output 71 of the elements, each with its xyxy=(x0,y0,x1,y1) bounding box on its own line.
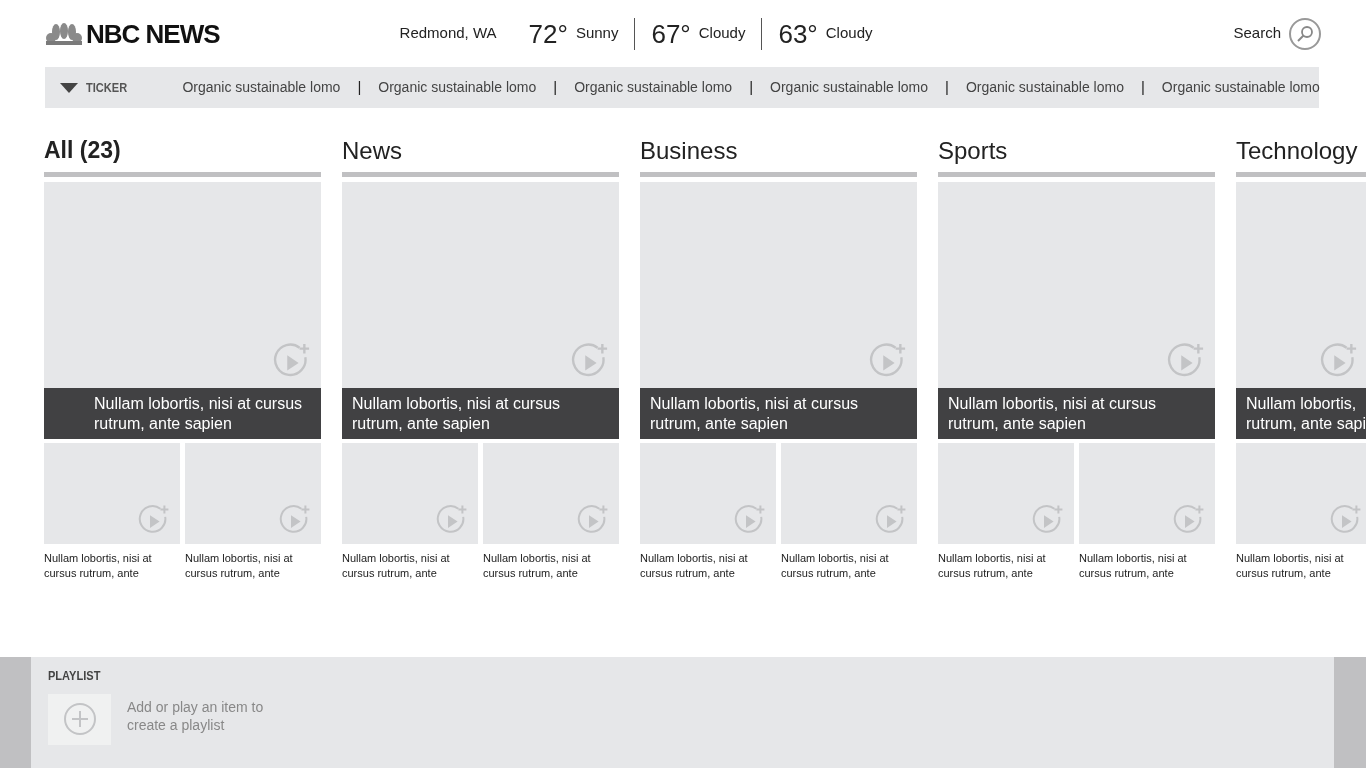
ticker-separator: | xyxy=(357,77,362,98)
image-placeholder[interactable] xyxy=(1236,443,1366,544)
temperature: 63° xyxy=(778,20,818,47)
image-placeholder[interactable] xyxy=(1079,443,1215,544)
ticker-headline[interactable]: Organic sustainable lomo xyxy=(574,77,733,98)
ticker-separator: | xyxy=(1140,77,1145,98)
story-caption[interactable]: Nullam lobortis, nisi at cursus rutrum, ante xyxy=(1079,551,1215,581)
temperature: 67° xyxy=(651,20,691,47)
ticker-headline[interactable]: Organic sustainable lomo xyxy=(965,77,1124,98)
collapse-icon[interactable] xyxy=(60,82,78,93)
image-placeholder[interactable] xyxy=(44,182,321,388)
playlist-title: PLAYLIST xyxy=(48,667,102,685)
image-placeholder[interactable] xyxy=(185,443,321,544)
location-label: Redmond, WA xyxy=(399,23,497,44)
image-placeholder[interactable] xyxy=(342,182,619,388)
ticker-headline[interactable]: Organic sustainable lomo xyxy=(1161,77,1320,98)
search-label: Search xyxy=(1233,23,1281,44)
feature-title[interactable]: Nullam lobortis, nisi at cursus rutrum, ante sapien xyxy=(640,388,917,439)
temperature: 72° xyxy=(528,20,568,47)
play-add-icon[interactable] xyxy=(734,504,766,536)
story-caption[interactable]: Nullam lobortis, nisi at cursus rutrum, ante xyxy=(483,551,619,581)
section-heading[interactable]: Technology xyxy=(1236,136,1366,172)
section-heading[interactable]: News xyxy=(342,136,619,172)
playlist-hint: Add or play an item to create a playlist xyxy=(127,697,264,734)
play-add-icon[interactable] xyxy=(1032,504,1064,536)
add-button[interactable] xyxy=(48,693,111,745)
ticker-separator: | xyxy=(749,77,754,98)
play-add-icon[interactable] xyxy=(1173,504,1205,536)
feature-title[interactable]: Nullam lobortis, nisi at cursus rutrum, ante sapien xyxy=(938,388,1215,439)
ticker-separator: | xyxy=(553,77,558,98)
play-add-icon[interactable] xyxy=(875,504,907,536)
image-placeholder[interactable] xyxy=(640,443,776,544)
section-heading[interactable]: Sports xyxy=(938,136,1215,172)
image-placeholder[interactable] xyxy=(938,182,1215,388)
image-placeholder[interactable] xyxy=(44,443,180,544)
ticker-headline[interactable]: Organic sustainable lomo xyxy=(770,77,929,98)
plus-icon xyxy=(62,702,97,736)
story-caption[interactable]: Nullam lobortis, nisi at cursus rutrum, ante xyxy=(781,551,917,581)
image-placeholder[interactable] xyxy=(342,443,478,544)
story-caption[interactable]: Nullam lobortis, nisi at cursus rutrum, ante xyxy=(342,551,478,581)
story-caption[interactable]: Nullam lobortis, nisi at cursus rutrum, ante xyxy=(938,551,1074,581)
image-placeholder[interactable] xyxy=(483,443,619,544)
weather-condition: Cloudy xyxy=(825,23,873,44)
ticker-headline[interactable]: Organic sustainable lomo xyxy=(378,77,537,98)
search-icon xyxy=(1296,24,1314,43)
peacock-logo-icon xyxy=(46,22,82,45)
story-caption[interactable]: Nullam lobortis, nisi at cursus rutrum, ante xyxy=(44,551,180,581)
weather-condition: Sunny xyxy=(575,23,619,44)
play-add-icon[interactable] xyxy=(1330,504,1362,536)
feature-title[interactable]: Nullam lobortis, nisi at cursus rutrum, ante sapien xyxy=(44,388,321,439)
story-caption[interactable]: Nullam lobortis, nisi at cursus rutrum, ante xyxy=(1236,551,1366,581)
image-placeholder[interactable] xyxy=(1236,182,1366,388)
story-caption[interactable]: Nullam lobortis, nisi at cursus rutrum, ante xyxy=(640,551,776,581)
image-placeholder[interactable] xyxy=(640,182,917,388)
section-heading[interactable]: Business xyxy=(640,136,917,172)
weather-condition: Cloudy xyxy=(698,23,746,44)
ticker-headline[interactable]: Organic sustainable lomo xyxy=(182,77,341,98)
play-add-icon[interactable] xyxy=(577,504,609,536)
play-add-icon[interactable] xyxy=(436,504,468,536)
ticker-label: TICKER xyxy=(86,78,128,97)
feature-title[interactable]: Nullam lobortis, nisi at cursus rutrum, ante sapien xyxy=(342,388,619,439)
story-caption[interactable]: Nullam lobortis, nisi at cursus rutrum, ante xyxy=(185,551,321,581)
ticker-separator: | xyxy=(945,77,949,98)
feature-title[interactable]: Nullam lobortis, rutrum, ante sapi xyxy=(1236,388,1366,439)
play-add-icon[interactable] xyxy=(279,504,311,536)
search-button[interactable] xyxy=(1289,17,1321,50)
section-heading[interactable]: All (23) xyxy=(44,136,321,172)
image-placeholder[interactable] xyxy=(781,443,917,544)
image-placeholder[interactable] xyxy=(938,443,1074,544)
play-add-icon[interactable] xyxy=(138,504,170,536)
brand-name: NBC NEWS xyxy=(86,20,220,47)
